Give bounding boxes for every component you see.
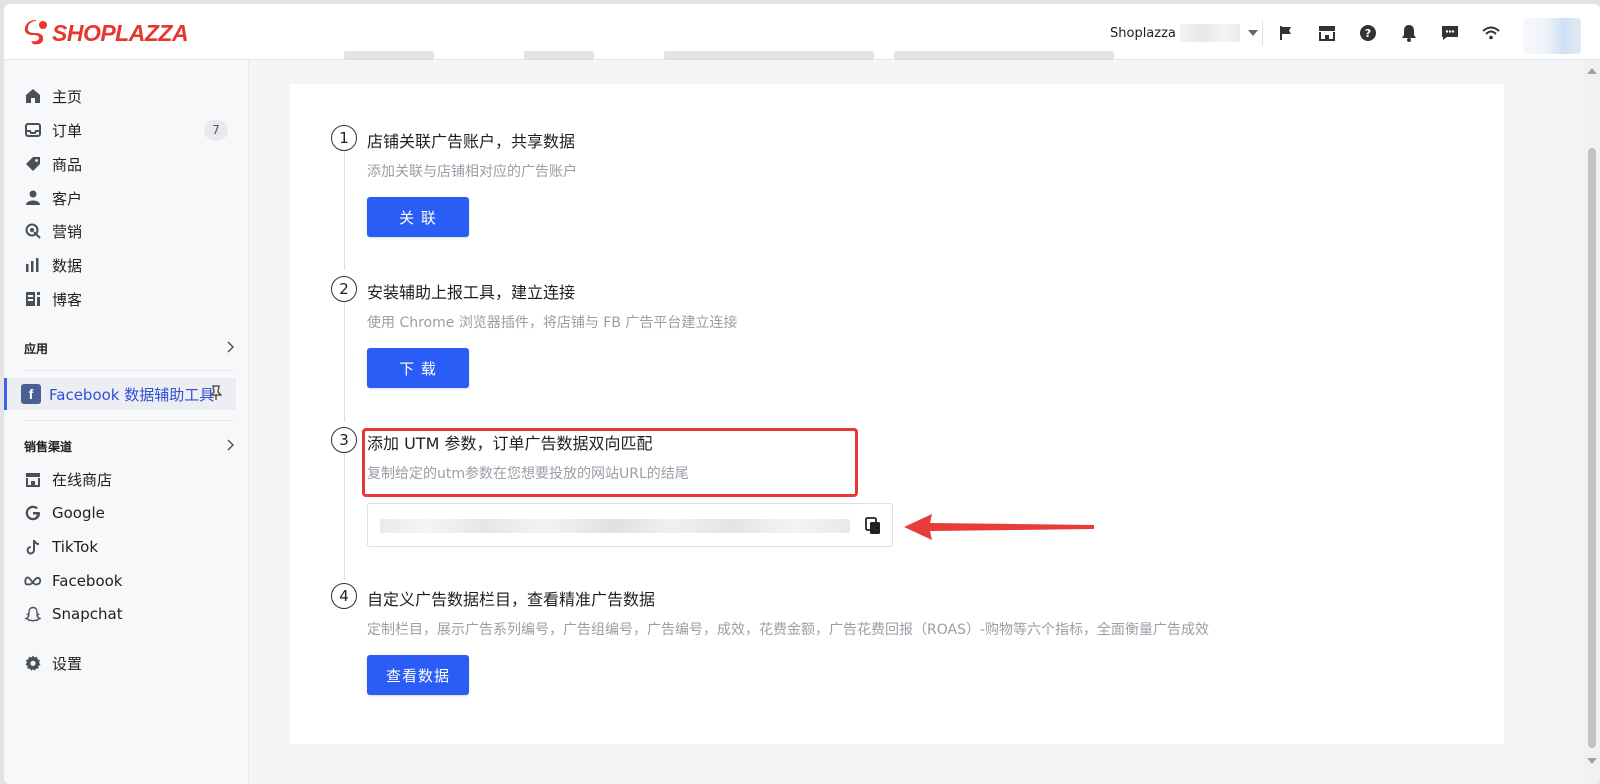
copy-icon[interactable] [862, 515, 884, 537]
sidebar-item-label: Snapchat [52, 605, 123, 623]
step-description: 定制栏目，展示广告系列编号，广告组编号，广告编号，成效，花费金额，广告花费回报（… [367, 622, 1210, 638]
step-title: 安装辅助上报工具，建立连接 [367, 283, 576, 302]
orders-count-badge: 7 [204, 120, 228, 140]
scroll-thumb[interactable] [1588, 148, 1596, 748]
utm-value-redacted [380, 519, 850, 533]
sidebar-item-label: 设置 [52, 654, 83, 673]
flag-icon[interactable] [1275, 22, 1297, 44]
sidebar-item-label: 订单 [52, 121, 83, 140]
scrolled-text-remnant [324, 48, 1124, 62]
wifi-icon[interactable] [1480, 22, 1502, 44]
marketing-icon [24, 222, 42, 240]
sidebar-divider [24, 370, 234, 371]
sidebar-item-label: 营销 [52, 222, 83, 241]
view-data-button[interactable]: 查看数据 [367, 655, 469, 695]
user-avatar[interactable] [1523, 18, 1581, 54]
step-number: 4 [331, 583, 357, 609]
sidebar-item-google[interactable]: Google [20, 497, 240, 529]
logo-text: SHOPLAZZA [52, 19, 189, 46]
sidebar-item-label: 客户 [52, 189, 83, 208]
sidebar-item-settings[interactable]: 设置 [20, 647, 240, 679]
sales-channels-header[interactable]: 销售渠道 [24, 434, 235, 458]
tag-icon [24, 155, 42, 173]
step-number: 3 [331, 427, 357, 453]
caret-down-icon [1247, 30, 1258, 36]
link-account-button[interactable]: 关 联 [367, 197, 469, 237]
meta-icon [24, 572, 42, 590]
scrollbar[interactable] [1584, 60, 1600, 784]
help-icon[interactable]: ? [1357, 22, 1379, 44]
sidebar-item-marketing[interactable]: 营销 [20, 215, 240, 247]
step-connector [344, 302, 345, 422]
sidebar-item-facebook-data-tool[interactable]: f Facebook 数据辅助工具 [4, 378, 236, 410]
step-description: 添加关联与店铺相对应的广告账户 [367, 164, 577, 180]
utm-parameter-field[interactable] [367, 503, 893, 547]
store-switcher[interactable]: Shoplazza [1110, 21, 1258, 45]
sidebar-item-snapchat[interactable]: Snapchat [20, 598, 240, 630]
sidebar-item-orders[interactable]: 订单 7 [20, 114, 240, 146]
google-icon [24, 504, 42, 522]
sidebar-item-home[interactable]: 主页 [20, 80, 240, 112]
sidebar-item-label: 商品 [52, 155, 83, 174]
store-icon[interactable] [1316, 22, 1338, 44]
chevron-right-icon [226, 439, 235, 454]
home-icon [24, 87, 42, 105]
sidebar-item-tiktok[interactable]: TikTok [20, 531, 240, 563]
sidebar-divider [24, 420, 234, 421]
chevron-right-icon [226, 341, 235, 356]
pin-icon[interactable] [209, 385, 223, 405]
shoplazza-logo[interactable]: SHOPLAZZA [24, 19, 189, 47]
sales-channels-heading: 销售渠道 [24, 439, 73, 454]
header-divider [1262, 20, 1263, 46]
svg-text:?: ? [1365, 27, 1371, 40]
blog-icon [24, 290, 42, 308]
scroll-down-icon[interactable] [1587, 758, 1597, 764]
sidebar-item-label: 博客 [52, 290, 83, 309]
store-icon [24, 470, 42, 488]
sidebar-item-facebook[interactable]: Facebook [20, 565, 240, 597]
apps-section-header[interactable]: 应用 [24, 336, 235, 360]
annotation-highlight-box [362, 428, 858, 497]
person-icon [24, 189, 42, 207]
sidebar-item-label: Facebook [52, 572, 123, 590]
step-description: 使用 Chrome 浏览器插件，将店铺与 FB 广告平台建立连接 [367, 315, 738, 331]
sidebar-item-label: TikTok [52, 538, 99, 556]
sidebar: 主页 订单 7 商品 客户 营销 数据 博客 应用 f Facebook 数据辅… [4, 60, 249, 784]
message-icon[interactable] [1439, 22, 1461, 44]
step-number: 2 [331, 276, 357, 302]
scroll-up-icon[interactable] [1587, 68, 1597, 74]
bell-icon[interactable] [1398, 22, 1420, 44]
sidebar-item-label: 在线商店 [52, 470, 113, 489]
gear-icon [24, 654, 42, 672]
store-name: Shoplazza [1110, 25, 1176, 41]
sidebar-item-label: Google [52, 504, 105, 522]
bar-chart-icon [24, 256, 42, 274]
step-connector [344, 150, 345, 270]
app-window: SHOPLAZZA Shoplazza ? 主页 订单 7 商品 客户 营销 数… [4, 4, 1600, 784]
inbox-icon [24, 121, 42, 139]
tiktok-icon [24, 538, 42, 556]
step-title: 自定义广告数据栏目，查看精准广告数据 [367, 590, 656, 609]
sidebar-item-customers[interactable]: 客户 [20, 182, 240, 214]
shoplazza-logo-mark-icon [24, 20, 47, 45]
sidebar-item-online-store[interactable]: 在线商店 [20, 463, 240, 495]
step-number: 1 [331, 125, 357, 151]
sidebar-item-blog[interactable]: 博客 [20, 283, 240, 315]
snapchat-icon [24, 605, 42, 623]
setup-steps-card: 1 店铺关联广告账户，共享数据 添加关联与店铺相对应的广告账户 关 联 2 安装… [290, 84, 1504, 744]
sidebar-item-label: 主页 [52, 87, 83, 106]
step-title: 店铺关联广告账户，共享数据 [367, 132, 576, 151]
apps-heading: 应用 [24, 341, 49, 356]
sidebar-item-analytics[interactable]: 数据 [20, 249, 240, 281]
step-connector [344, 454, 345, 580]
facebook-icon: f [21, 384, 41, 404]
download-button[interactable]: 下 载 [367, 348, 469, 388]
store-name-redacted [1179, 24, 1240, 42]
annotation-arrow-icon [904, 514, 1094, 540]
sidebar-item-label: 数据 [52, 256, 83, 275]
sidebar-item-products[interactable]: 商品 [20, 148, 240, 180]
sidebar-item-label: Facebook 数据辅助工具 [49, 385, 215, 404]
